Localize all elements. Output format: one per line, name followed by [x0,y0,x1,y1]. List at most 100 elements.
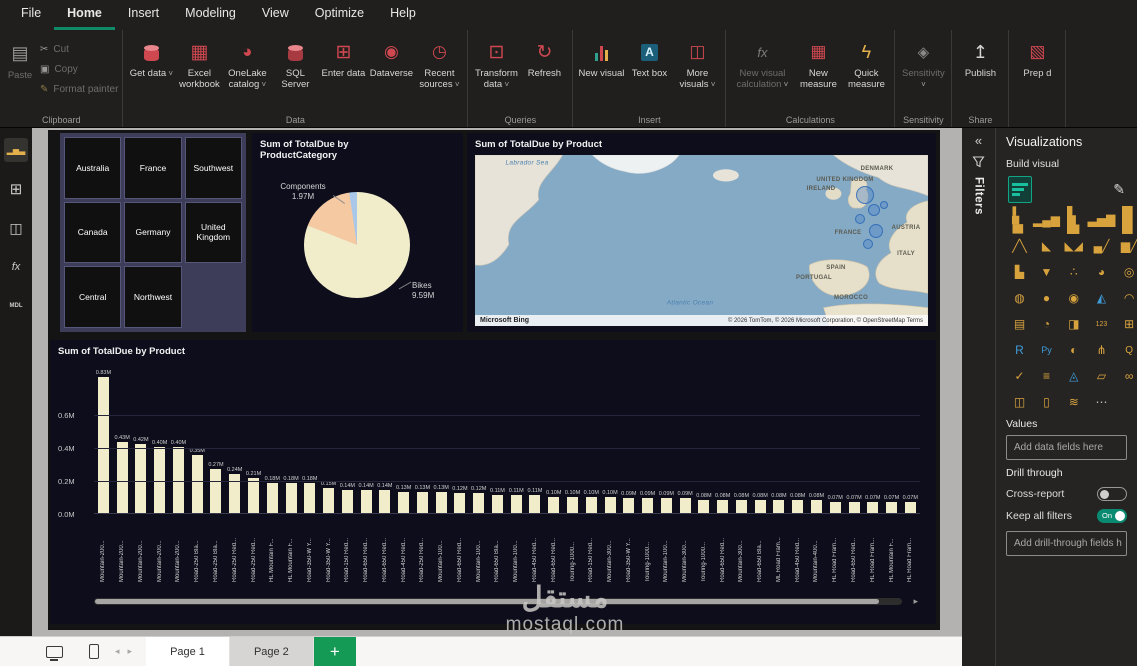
slicer-tile-france[interactable]: France [124,137,182,199]
text-box-button[interactable]: A Text box [625,37,673,81]
page-tab-page-1[interactable]: Page 1 [146,637,230,666]
format-pencil-icon[interactable]: ✎ [1113,181,1125,198]
map-bubble[interactable] [869,224,883,238]
bar-chart-visual[interactable]: Sum of TotalDue by Product 0.83M 0.43M 0.4… [50,340,936,624]
bar[interactable] [848,501,860,513]
key-influencers-icon[interactable]: ◐ [1060,341,1088,359]
map-visual[interactable]: Sum of TotalDue by Product Labrador Sea … [467,133,936,332]
bar[interactable] [698,499,710,513]
menu-item-file[interactable]: File [8,0,54,30]
menu-item-modeling[interactable]: Modeling [172,0,249,30]
keep-all-filters-toggle[interactable]: On [1097,509,1127,523]
values-field-well[interactable]: Add data fields here [1006,435,1127,460]
decomposition-tree-icon[interactable]: ⋔ [1088,341,1116,359]
map-bubble[interactable] [863,239,873,249]
bar[interactable] [735,499,747,513]
desktop-view-icon[interactable] [46,645,63,661]
bar[interactable] [491,494,503,513]
more-options-icon[interactable]: ⋯ [1088,393,1116,411]
stacked-column-chart-icon[interactable]: ▂▄▆ [1033,211,1060,229]
bar[interactable] [585,496,597,513]
report-view-button[interactable]: ▂▅▃ [4,138,28,162]
qa-visual-icon[interactable]: Q [1115,341,1137,359]
report-page[interactable]: Australia France Southwest Canada Germany Uni… [48,130,940,630]
bar[interactable] [642,498,654,513]
map-icon[interactable]: ◍ [1006,289,1033,307]
filled-map-icon[interactable]: ● [1033,289,1060,307]
button-slicer-icon[interactable]: ◫ [1006,393,1033,411]
bar[interactable] [773,499,785,513]
scatter-chart-icon[interactable]: ∴ [1060,263,1088,281]
bar[interactable] [285,483,297,513]
table-icon[interactable]: ⊞ [1115,315,1137,333]
bar[interactable] [754,499,766,513]
map-bubble[interactable] [856,186,874,204]
map-body[interactable]: Labrador Sea Atlantic Ocean DENMARK UNITED … [475,155,928,326]
slicer-tile-canada[interactable]: Canada [64,201,122,264]
bar[interactable] [266,483,278,513]
enter-data-button[interactable]: ⊞ Enter data [319,37,367,81]
bar[interactable] [398,491,410,513]
bar[interactable] [792,499,804,513]
100-stacked-bar-chart-icon[interactable]: ▆▆▆ [1115,206,1137,234]
menu-item-optimize[interactable]: Optimize [302,0,377,30]
stacked-area-chart-icon[interactable]: ◣◢ [1060,237,1088,255]
slicer-tile-united-kingdom[interactable]: United Kingdom [184,201,242,264]
bar[interactable] [867,501,879,513]
dax-query-view-button[interactable]: fx [4,255,28,279]
menu-item-view[interactable]: View [249,0,302,30]
chart-horizontal-scrollbar[interactable] [94,598,902,605]
bar[interactable] [341,489,353,513]
slicer-tile-germany[interactable]: Germany [124,201,182,264]
slicer-tile-australia[interactable]: Australia [64,137,122,199]
region-tile-slicer-visual[interactable]: Australia France Southwest Canada Germany Uni… [60,133,246,332]
publish-button[interactable]: ↥ Publish [956,37,1004,81]
pie-chart[interactable] [304,192,410,298]
bar[interactable] [116,442,128,513]
map-bubble[interactable] [868,204,880,216]
multi-row-card-icon[interactable]: ▤ [1006,315,1033,333]
bar[interactable] [567,496,579,513]
bar[interactable] [679,498,691,513]
bar[interactable] [529,494,541,513]
area-chart-icon[interactable]: ◣ [1033,237,1060,255]
cross-report-toggle[interactable] [1097,487,1127,501]
excel-workbook-button[interactable]: ▦ Excel workbook [175,37,223,91]
new-visual-button[interactable]: New visual [577,37,625,81]
bar[interactable] [360,489,372,513]
previous-page-arrow[interactable]: ◂ [115,646,120,657]
slicer-tile-central[interactable]: Central [64,266,122,328]
line-chart-icon[interactable]: ╱╲ [1006,237,1033,255]
bar[interactable] [886,501,898,513]
page-tab-page-2[interactable]: Page 2 [229,637,314,666]
bar[interactable] [904,501,916,513]
dataverse-button[interactable]: ◉ Dataverse [367,37,415,81]
accordion-icon[interactable]: ≋ [1060,393,1088,411]
bar[interactable] [210,468,222,513]
bar[interactable] [379,489,391,513]
bar[interactable] [829,501,841,513]
arcgis-map-icon[interactable]: ◬ [1060,367,1088,385]
map-bubble[interactable] [855,214,865,224]
python-visual-icon[interactable]: Py [1033,341,1060,359]
bar[interactable] [135,443,147,513]
power-apps-icon[interactable]: ▱ [1088,367,1116,385]
bar[interactable] [323,488,335,513]
bar[interactable] [660,498,672,513]
bar[interactable] [416,491,428,513]
new-measure-button[interactable]: ▦ New measure [794,37,842,91]
bar[interactable] [717,499,729,513]
bar[interactable] [435,491,447,513]
bar[interactable] [604,496,616,513]
slicer-tile-northwest[interactable]: Northwest [124,266,182,328]
pie-chart-visual[interactable]: Sum of TotalDue by ProductCategory Compo… [252,133,463,332]
bar[interactable] [454,493,466,513]
quick-measure-button[interactable]: ϟ Quick measure [842,37,890,91]
mobile-view-icon[interactable] [89,644,99,659]
line-and-clustered-column-chart-icon[interactable]: ▆╱ [1115,237,1137,255]
bar[interactable] [623,498,635,513]
scrollbar-right-arrow[interactable]: ▸ [913,596,918,607]
bar[interactable] [154,447,166,513]
line-and-stacked-column-chart-icon[interactable]: ▄╱ [1088,237,1116,255]
add-page-button[interactable]: + [313,637,356,666]
